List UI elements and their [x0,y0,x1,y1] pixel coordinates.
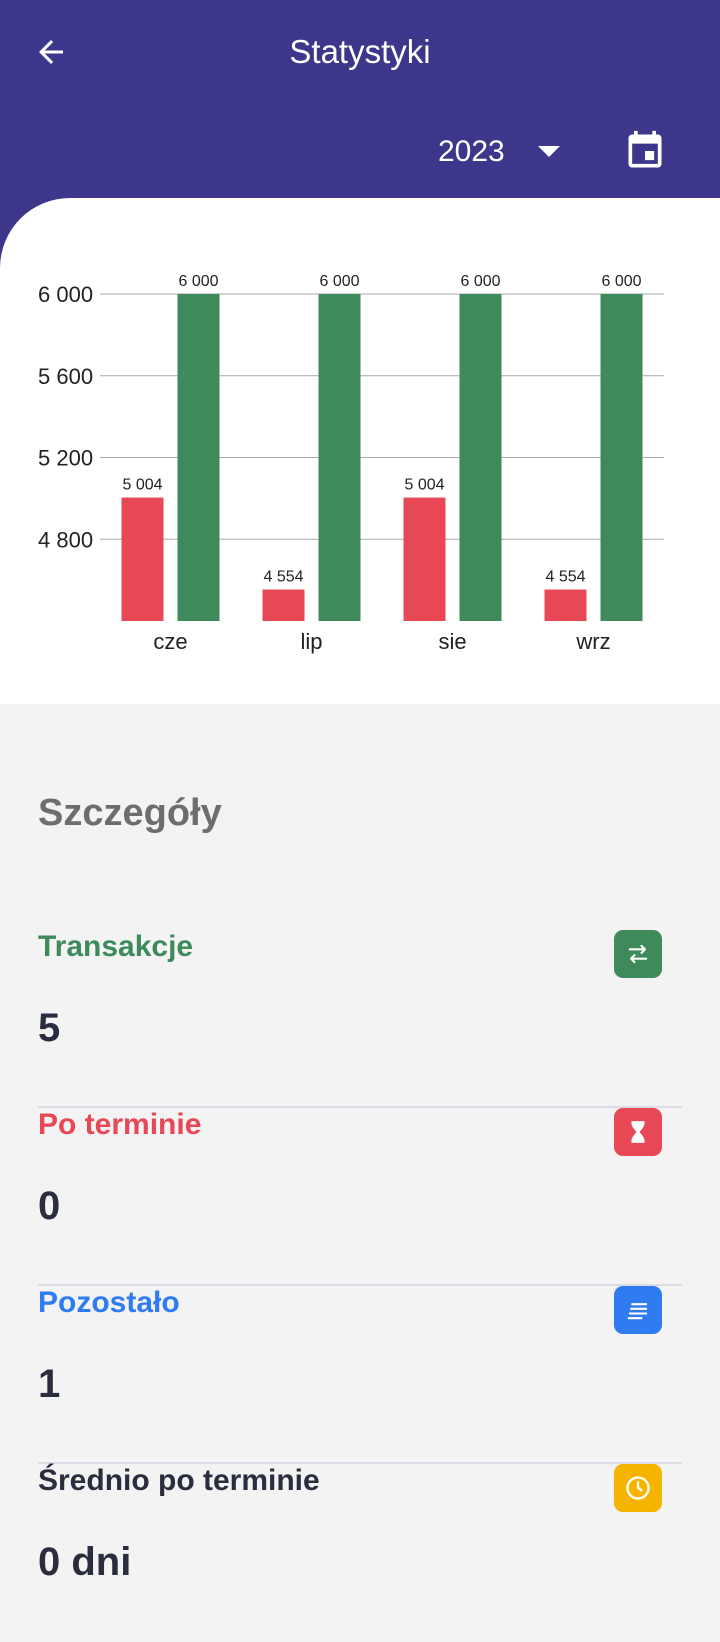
page-title: Statystyki [289,33,431,70]
stat-label: Po terminie [38,1108,202,1141]
y-tick-label: 5 600 [38,364,93,389]
y-tick-label: 4 800 [38,527,93,552]
details-title: Szczegóły [38,792,222,834]
bar-value-label: 6 000 [460,273,500,290]
stat-remaining: Pozostało 1 [38,1286,682,1464]
bar [403,497,446,621]
clock-icon [626,1476,650,1500]
bar-value-label: 6 000 [601,273,641,290]
calendar-button[interactable] [618,124,672,178]
bar-value-label: 4 554 [263,569,303,586]
stat-label: Średnio po terminie [38,1464,320,1497]
year-value: 2023 [438,135,505,168]
bar-chart: 4 800 5 200 5 600 6 000 5 004 6 000 cze 4 554 6 … [38,273,664,654]
bar-value-label: 6 000 [178,273,218,290]
bar-value-label: 5 004 [122,477,162,494]
stat-value: 0 [38,1184,61,1228]
stat-value: 5 [38,1006,61,1050]
bar-value-label: 6 000 [319,273,359,290]
calendar-icon [628,130,662,168]
bar [262,589,305,621]
swap-arrows-icon [628,944,648,964]
bar-value-label: 5 004 [404,477,444,494]
stat-icon-box [614,1286,662,1334]
stat-icon-box [614,930,662,978]
stat-value: 1 [38,1362,61,1406]
year-dropdown[interactable]: 2023 [430,128,570,176]
stat-label: Transakcje [38,930,194,963]
bar [459,294,502,621]
bar [544,589,587,621]
y-tick-label: 5 200 [38,446,93,471]
bar [600,294,643,621]
x-tick-label: lip [300,629,322,654]
x-tick-label: cze [153,629,187,654]
bar-value-label: 4 554 [545,569,585,586]
y-tick-label: 6 000 [38,282,93,307]
app-header: Statystyki 2023 [0,0,720,198]
hourglass-icon [631,1121,645,1143]
stat-icon-box [614,1464,662,1512]
list-lines-icon [627,1303,648,1320]
bar [121,497,164,621]
x-tick-label: wrz [575,629,610,654]
stat-value: 0 dni [38,1540,132,1584]
chart-card: 4 800 5 200 5 600 6 000 5 004 6 000 cze 4 554 6 … [0,198,720,704]
stat-transactions: Transakcje 5 [38,930,682,1108]
stat-overdue: Po terminie 0 [38,1108,682,1286]
stat-average-overdue: Średnio po terminie 0 dni [38,1464,682,1642]
caret-down-icon [538,146,560,157]
stat-icon-box [614,1108,662,1156]
stat-label: Pozostało [38,1286,180,1319]
bar [318,294,361,621]
bar [177,294,220,621]
x-tick-label: sie [438,629,466,654]
